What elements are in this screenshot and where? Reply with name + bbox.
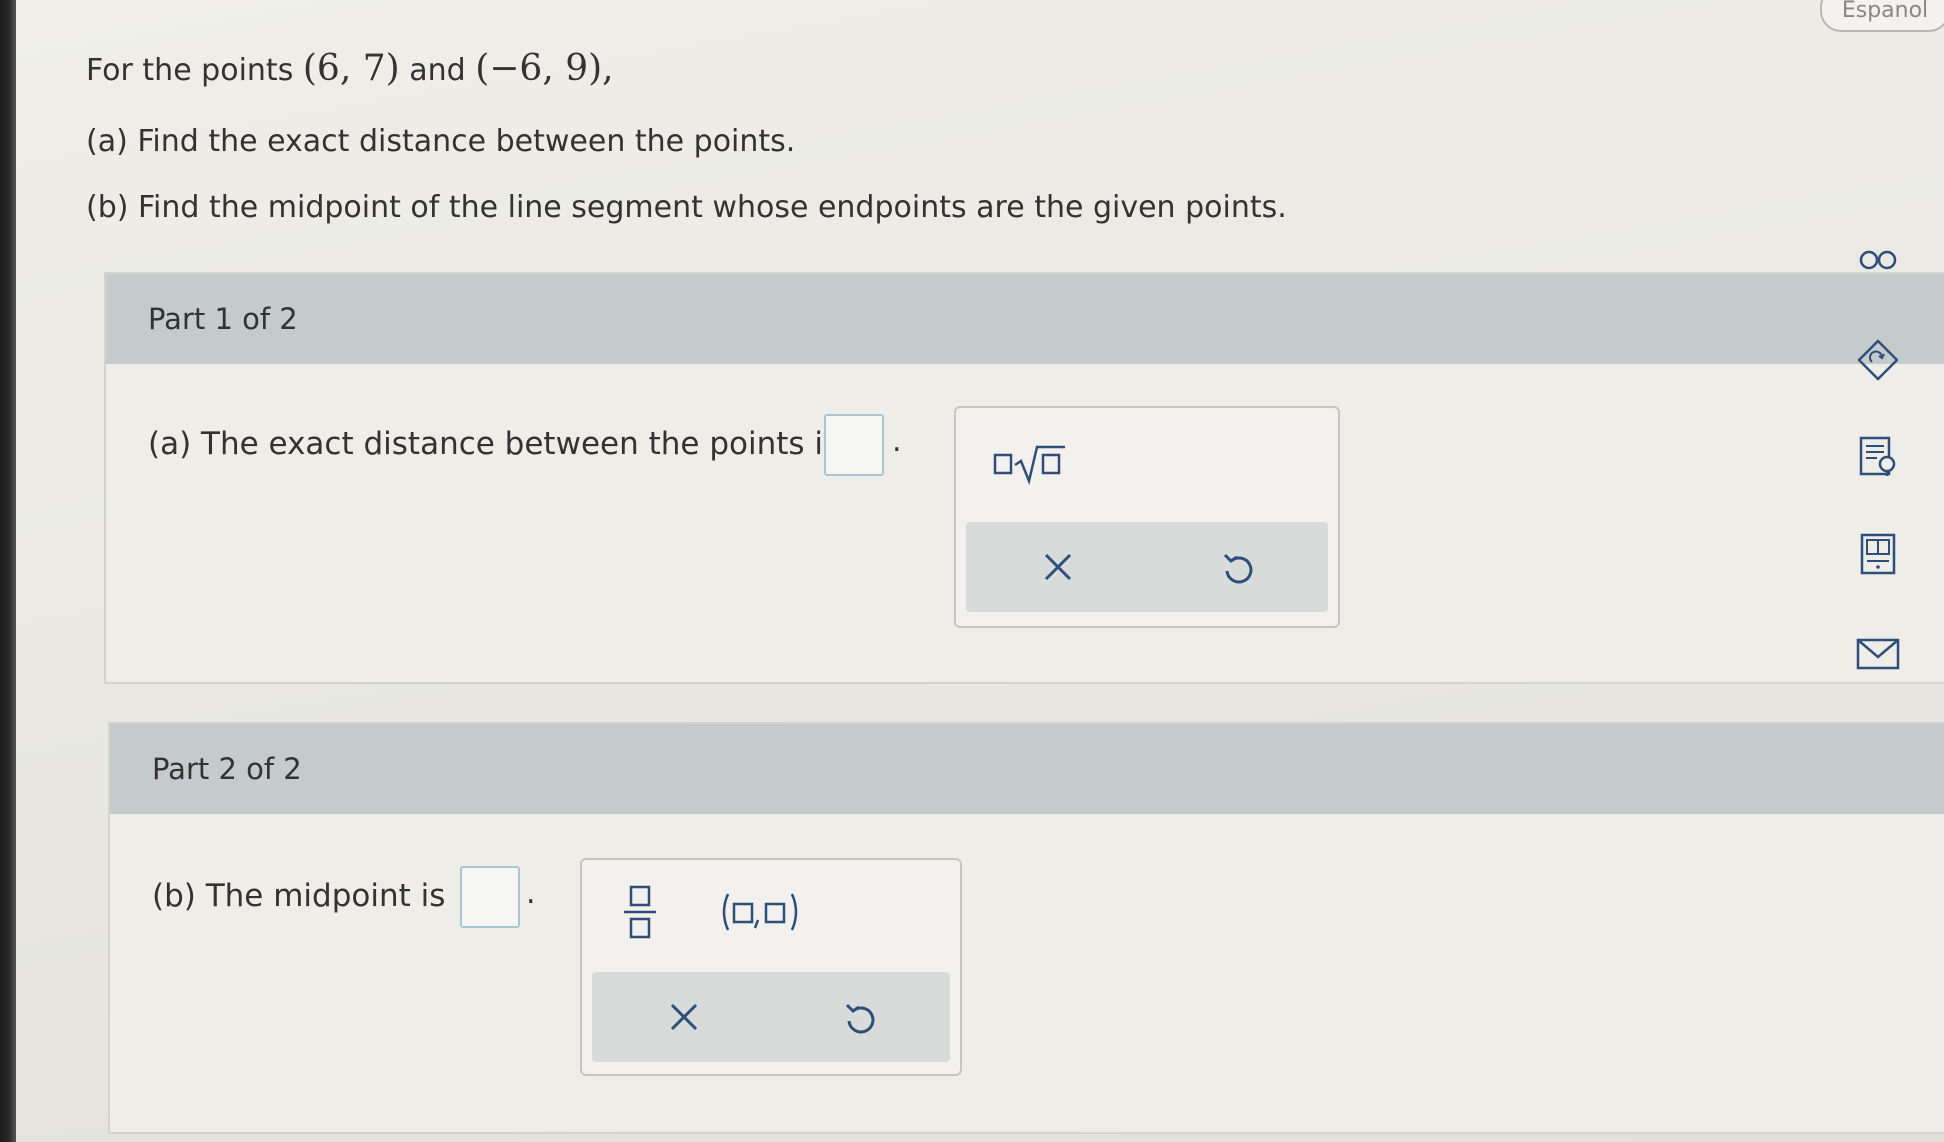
tag-icon [1857,339,1899,381]
question-part-b: (b) Find the midpoint of the line segmen… [86,190,1287,225]
clear-icon [1044,553,1072,581]
part-1-period: . [892,424,902,459]
intro-connector: and [409,53,466,88]
sqrt-template-button[interactable] [984,432,1074,492]
part-2-math-palette [580,858,962,1076]
part-1-statement: (a) The exact distance between the point… [148,426,840,462]
ordered-pair-template-icon [722,893,798,931]
part-2-action-row [592,972,950,1062]
part-1-math-palette [954,406,1340,628]
fraction-template-icon [624,885,656,939]
part-2-panel: Part 2 of 2 (b) The midpoint is . [108,722,1944,1134]
glasses-button[interactable] [1846,228,1910,292]
clear-icon [670,1003,698,1031]
undo-icon [845,1003,875,1034]
fraction-template-button[interactable] [610,882,670,942]
point-1: (6, 7) [302,48,400,89]
intro-prefix: For the points [86,53,294,88]
calculator-button[interactable] [1846,522,1910,586]
calculator-icon [1860,533,1896,575]
mail-button[interactable] [1846,622,1910,686]
textbook-icon [1859,436,1896,476]
undo-button[interactable] [830,987,890,1047]
screen-bezel [0,0,16,1142]
sqrt-template-icon [993,445,1065,485]
assignment-page: Espanol For the points (6, 7) and (−6, 9… [16,0,1944,1142]
undo-button[interactable] [1208,537,1268,597]
part-2-header: Part 2 of 2 [110,724,1944,814]
part-1-action-row [966,522,1328,612]
part-1-panel: Part 1 of 2 (a) The exact distance betwe… [104,272,1944,684]
language-button[interactable]: Espanol [1820,0,1944,32]
glasses-icon [1859,250,1897,270]
part-1-header: Part 1 of 2 [106,274,1944,364]
midpoint-answer-input[interactable] [460,866,520,928]
part-2-statement: (b) The midpoint is [152,878,446,914]
tag-button[interactable] [1846,328,1910,392]
clear-button[interactable] [654,987,714,1047]
textbook-button[interactable] [1846,424,1910,488]
question-part-a: (a) Find the exact distance between the … [86,124,796,159]
undo-icon [1223,553,1253,584]
ordered-pair-template-button[interactable] [716,882,806,942]
part-2-period: . [526,876,536,911]
clear-button[interactable] [1028,537,1088,597]
question-intro: For the points (6, 7) and (−6, 9), [86,48,614,89]
point-2: (−6, 9), [475,48,614,89]
mail-icon [1856,638,1900,670]
distance-answer-input[interactable] [824,414,884,476]
